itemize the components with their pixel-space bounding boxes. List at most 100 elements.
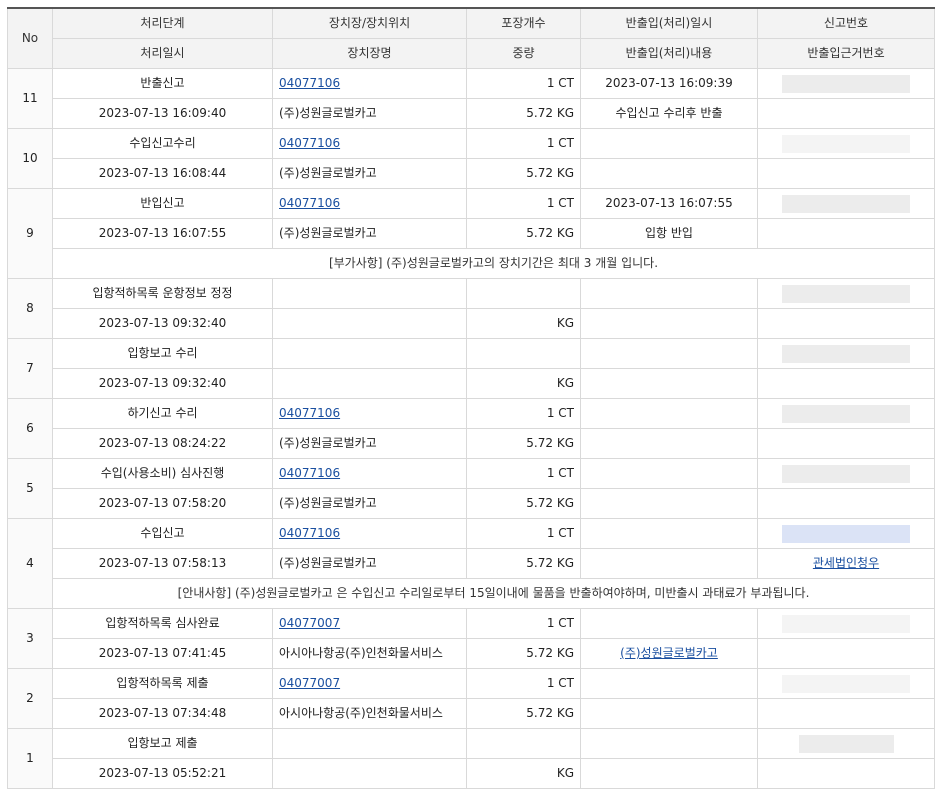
ref-number-cell <box>757 758 935 789</box>
package-count <box>466 338 581 369</box>
io-time <box>580 278 758 309</box>
table-row: 2023-07-13 07:58:20 (주)성원글로벌카고 5.72 KG <box>8 488 935 519</box>
row-number: 10 <box>7 128 53 189</box>
report-number-redacted <box>757 728 935 759</box>
process-time: 2023-07-13 08:24:22 <box>52 428 273 459</box>
table-row: 2023-07-13 16:07:55 (주)성원글로벌카고 5.72 KG 입항 반… <box>8 218 935 249</box>
package-count: 1 CT <box>466 188 581 219</box>
col-io-desc-header: 반출입(처리)내용 <box>580 38 758 69</box>
process-stage: 입항보고 수리 <box>52 338 273 369</box>
io-time <box>580 338 758 369</box>
report-number-redacted <box>757 68 935 99</box>
table-row: 2023-07-13 16:09:40 (주)성원글로벌카고 5.72 KG 수입신고… <box>8 98 935 129</box>
location-cell <box>272 278 467 309</box>
location-cell: 04077106 <box>272 188 467 219</box>
cargo-tracking-table: No 처리단계 장치장/장치위치 포장개수 반출입(처리)일시 신고번호 처리일… <box>7 7 935 789</box>
col-ref-no-header: 반출입근거번호 <box>757 38 935 69</box>
report-number-redacted <box>757 608 935 639</box>
process-time: 2023-07-13 07:58:13 <box>52 548 273 579</box>
weight: 5.72 KG <box>466 488 581 519</box>
table-row-note: [안내사항] (주)성원글로벌카고 은 수입신고 수리일로부터 15일이내에 물… <box>8 578 935 609</box>
process-stage: 하기신고 수리 <box>52 398 273 429</box>
table-row: 8 입항적하목록 운항정보 정정 <box>7 278 935 339</box>
process-time: 2023-07-13 07:58:20 <box>52 488 273 519</box>
io-time: 2023-07-13 16:09:39 <box>580 68 758 99</box>
table-row: 2023-07-13 07:58:13 (주)성원글로벌카고 5.72 KG 관세법인… <box>8 548 935 579</box>
package-count: 1 CT <box>466 608 581 639</box>
redaction-block <box>782 284 910 303</box>
row-number: 5 <box>7 458 53 519</box>
io-description <box>580 428 758 459</box>
ref-number-cell <box>757 638 935 669</box>
col-io-time-header: 반출입(처리)일시 <box>580 7 758 39</box>
package-count: 1 CT <box>466 668 581 699</box>
table-row: 9 반입신고 04077106 1 CT 2023-07-13 16:07:55 <box>7 188 935 279</box>
process-stage: 반출신고 <box>52 68 273 99</box>
ref-number-link[interactable]: 관세법인청우 <box>813 556 879 570</box>
io-description: (주)성원글로벌카고 <box>580 638 758 669</box>
weight: 5.72 KG <box>466 218 581 249</box>
warehouse-name: 아시아나항공(주)인천화물서비스 <box>272 638 467 669</box>
io-time <box>580 518 758 549</box>
io-description <box>580 698 758 729</box>
row-number: 2 <box>7 668 53 729</box>
col-no-header: No <box>7 7 53 69</box>
location-link[interactable]: 04077106 <box>279 136 340 150</box>
table-row: 4 수입신고 04077106 1 CT <box>7 518 935 609</box>
col-time-header: 처리일시 <box>52 38 273 69</box>
ref-number-cell <box>757 158 935 189</box>
ref-number-cell <box>757 488 935 519</box>
weight: 5.72 KG <box>466 638 581 669</box>
io-time <box>580 128 758 159</box>
location-cell <box>272 728 467 759</box>
col-count-header: 포장개수 <box>466 7 581 39</box>
process-time: 2023-07-13 09:32:40 <box>52 368 273 399</box>
col-warehouse-header: 장치장명 <box>272 38 467 69</box>
warehouse-name <box>272 308 467 339</box>
weight: KG <box>466 308 581 339</box>
ref-number-cell: 관세법인청우 <box>757 548 935 579</box>
warehouse-name <box>272 758 467 789</box>
table-row: 7 입항보고 수리 <box>7 338 935 399</box>
report-number-redacted <box>757 398 935 429</box>
report-number-redacted <box>757 458 935 489</box>
row-note: [부가사항] (주)성원글로벌카고의 장치기간은 최대 3 개월 입니다. <box>52 248 935 279</box>
location-link[interactable]: 04077106 <box>279 196 340 210</box>
table-row: 11 반출신고 04077106 1 CT 2023-07-13 16:09:39 <box>7 68 935 129</box>
weight: KG <box>466 758 581 789</box>
row-number: 6 <box>7 398 53 459</box>
table-row: 2023-07-13 09:32:40 KG <box>8 308 935 339</box>
redaction-block <box>782 404 910 423</box>
table-row: 6 하기신고 수리 04077106 1 CT <box>7 398 935 459</box>
warehouse-name: (주)성원글로벌카고 <box>272 218 467 249</box>
location-link[interactable]: 04077007 <box>279 676 340 690</box>
location-link[interactable]: 04077106 <box>279 466 340 480</box>
table-row: 2023-07-13 08:24:22 (주)성원글로벌카고 5.72 KG <box>8 428 935 459</box>
package-count: 1 CT <box>466 518 581 549</box>
weight: 5.72 KG <box>466 548 581 579</box>
process-time: 2023-07-13 05:52:21 <box>52 758 273 789</box>
process-time: 2023-07-13 16:07:55 <box>52 218 273 249</box>
io-time <box>580 668 758 699</box>
report-number-redacted <box>757 338 935 369</box>
warehouse-name: (주)성원글로벌카고 <box>272 98 467 129</box>
io-time: 2023-07-13 16:07:55 <box>580 188 758 219</box>
location-link[interactable]: 04077007 <box>279 616 340 630</box>
warehouse-name: 아시아나항공(주)인천화물서비스 <box>272 698 467 729</box>
io-description-link[interactable]: (주)성원글로벌카고 <box>620 646 718 660</box>
location-link[interactable]: 04077106 <box>279 76 340 90</box>
ref-number-cell <box>757 428 935 459</box>
process-stage: 반입신고 <box>52 188 273 219</box>
io-description <box>580 758 758 789</box>
location-link[interactable]: 04077106 <box>279 406 340 420</box>
col-stage-header: 처리단계 <box>52 7 273 39</box>
report-number-redacted <box>757 188 935 219</box>
location-cell: 04077106 <box>272 398 467 429</box>
report-number-redacted <box>757 128 935 159</box>
weight: 5.72 KG <box>466 158 581 189</box>
process-time: 2023-07-13 16:09:40 <box>52 98 273 129</box>
row-number: 1 <box>7 728 53 789</box>
table-row: 5 수입(사용소비) 심사진행 04077106 1 CT <box>7 458 935 519</box>
location-link[interactable]: 04077106 <box>279 526 340 540</box>
io-description <box>580 368 758 399</box>
